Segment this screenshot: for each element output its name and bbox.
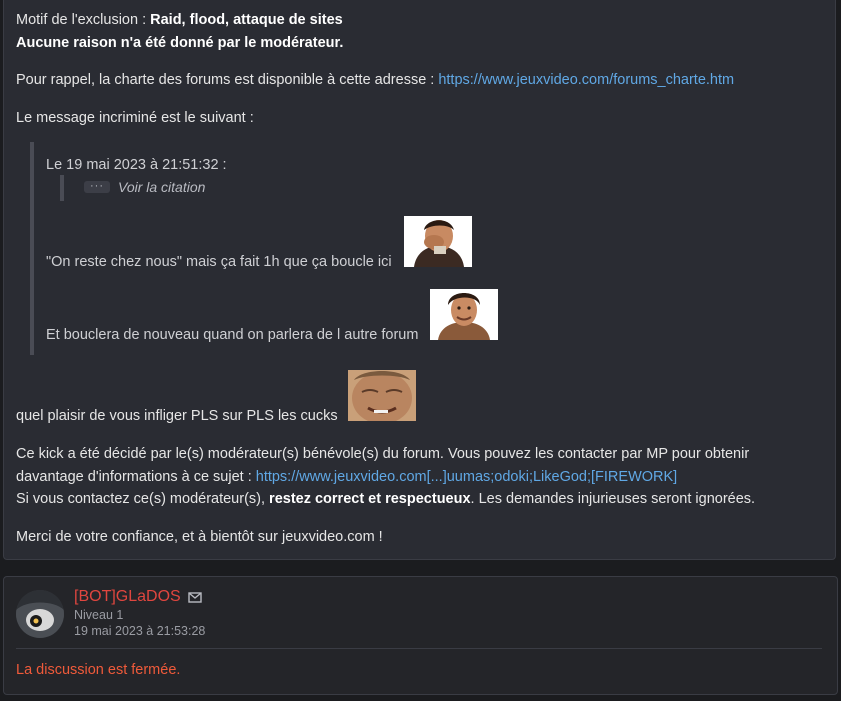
bot-avatar[interactable] [16, 590, 64, 638]
quote-header: Le 19 mai 2023 à 21:51:32 : [46, 157, 227, 173]
thanks-line: Merci de votre confiance, et à bientôt s… [16, 529, 383, 545]
quote-line-1: "On reste chez nous" mais ça fait 1h que… [46, 254, 392, 270]
sticker-smirk [430, 289, 498, 340]
contact-bold: restez correct et respectueux [269, 491, 471, 507]
motif-line: Motif de l'exclusion : Raid, flood, atta… [16, 10, 343, 30]
bot-username[interactable]: [BOT]GLaDOS [74, 587, 181, 607]
quote-bar [30, 142, 34, 355]
charte-text: Pour rappel, la charte des forums est di… [16, 72, 439, 88]
envelope-icon[interactable] [188, 588, 203, 606]
contact-prefix: Si vous contactez ce(s) modérateur(s), [16, 491, 270, 507]
contact-line: Si vous contactez ce(s) modérateur(s), r… [16, 489, 755, 509]
voir-citation-link[interactable]: Voir la citation [118, 177, 205, 197]
charte-line: Pour rappel, la charte des forums est di… [16, 70, 734, 90]
motif-value: Raid, flood, attaque de sites [150, 12, 343, 28]
sticker-laugh [348, 370, 416, 421]
no-reason-text: Aucune raison n'a été donné par le modér… [16, 35, 344, 51]
kick-line-2: davantage d'informations à ce sujet : ht… [16, 467, 677, 487]
sticker-facepalm [404, 216, 472, 267]
main-message-line: quel plaisir de vous infliger PLS sur PL… [16, 408, 338, 424]
expand-quote-button[interactable]: ··· [84, 181, 110, 193]
charte-link[interactable]: https://www.jeuxvideo.com/forums_charte.… [438, 72, 734, 88]
kick-line-1: Ce kick a été décidé par le(s) modérateu… [16, 446, 750, 462]
motif-label: Motif de l'exclusion : [16, 12, 151, 28]
kick-line-2-prefix: davantage d'informations à ce sujet : [16, 469, 256, 485]
contact-suffix: . Les demandes injurieuses seront ignoré… [470, 491, 756, 507]
discussion-closed-text: La discussion est fermée. [16, 662, 181, 678]
nested-quote-bar [60, 175, 64, 201]
kick-moderators-link[interactable]: https://www.jeuxvideo.com[...]uumas;odok… [256, 469, 677, 485]
post-divider [16, 648, 822, 649]
quote-line-2: Et bouclera de nouveau quand on parlera … [46, 327, 419, 343]
bot-post-date[interactable]: 19 mai 2023 à 21:53:28 [74, 621, 205, 641]
incrimine-text: Le message incriminé est le suivant : [16, 110, 254, 126]
